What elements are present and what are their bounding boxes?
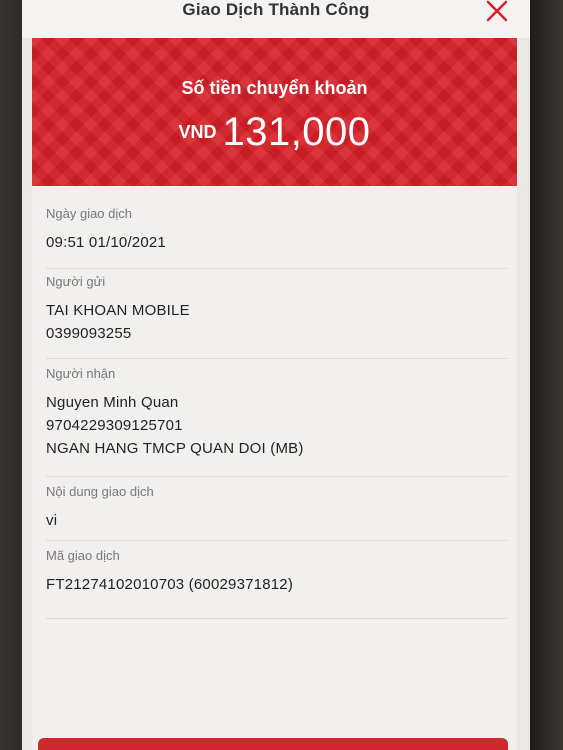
sender-label: Người gửi — [46, 274, 106, 289]
amount-currency: VND — [178, 122, 217, 142]
sender-account: 0399093255 — [46, 325, 132, 342]
divider — [46, 358, 507, 359]
amount-banner: Số tiền chuyển khoản VND 131,000 — [32, 38, 517, 186]
divider — [46, 476, 507, 477]
content-value: vi — [46, 512, 58, 529]
phone-frame: Giao Dịch Thành Công Số tiền chuyển khoả… — [0, 0, 563, 750]
recipient-name: Nguyen Minh Quan — [46, 394, 179, 411]
transaction-id-value: FT21274102010703 (60029371812) — [46, 576, 294, 593]
recipient-label: Người nhận — [46, 366, 116, 381]
close-button[interactable] — [482, 0, 512, 26]
bottom-action-button[interactable] — [38, 738, 508, 750]
transaction-details: Ngày giao dịch 09:51 01/10/2021 Người gử… — [32, 186, 517, 750]
transaction-id-section: Mã giao dịch FT21274102010703 (600293718… — [46, 548, 507, 596]
page-title: Giao Dịch Thành Công — [182, 0, 370, 19]
date-section: Ngày giao dịch 09:51 01/10/2021 — [46, 206, 507, 254]
amount-row: VND 131,000 — [32, 110, 517, 155]
divider — [46, 540, 507, 541]
date-label: Ngày giao dịch — [46, 206, 132, 221]
content-label: Nội dung giao dịch — [46, 484, 154, 499]
recipient-section: Người nhận Nguyen Minh Quan 970422930912… — [46, 366, 507, 460]
divider — [46, 268, 507, 269]
content-section: Nội dung giao dịch vi — [46, 484, 507, 532]
close-icon — [486, 0, 508, 22]
header-bar: Giao Dịch Thành Công — [22, 0, 530, 38]
divider — [46, 618, 507, 619]
date-value: 09:51 01/10/2021 — [46, 234, 166, 251]
recipient-account: 9704229309125701 — [46, 417, 183, 434]
recipient-bank: NGAN HANG TMCP QUAN DOI (MB) — [46, 440, 304, 457]
sender-section: Người gửi TAI KHOAN MOBILE 0399093255 — [46, 274, 507, 345]
transaction-id-label: Mã giao dịch — [46, 548, 120, 563]
amount-label: Số tiền chuyển khoản — [181, 78, 368, 98]
sender-name: TAI KHOAN MOBILE — [46, 302, 190, 319]
screen: Giao Dịch Thành Công Số tiền chuyển khoả… — [22, 0, 530, 750]
amount-value: 131,000 — [222, 110, 371, 154]
